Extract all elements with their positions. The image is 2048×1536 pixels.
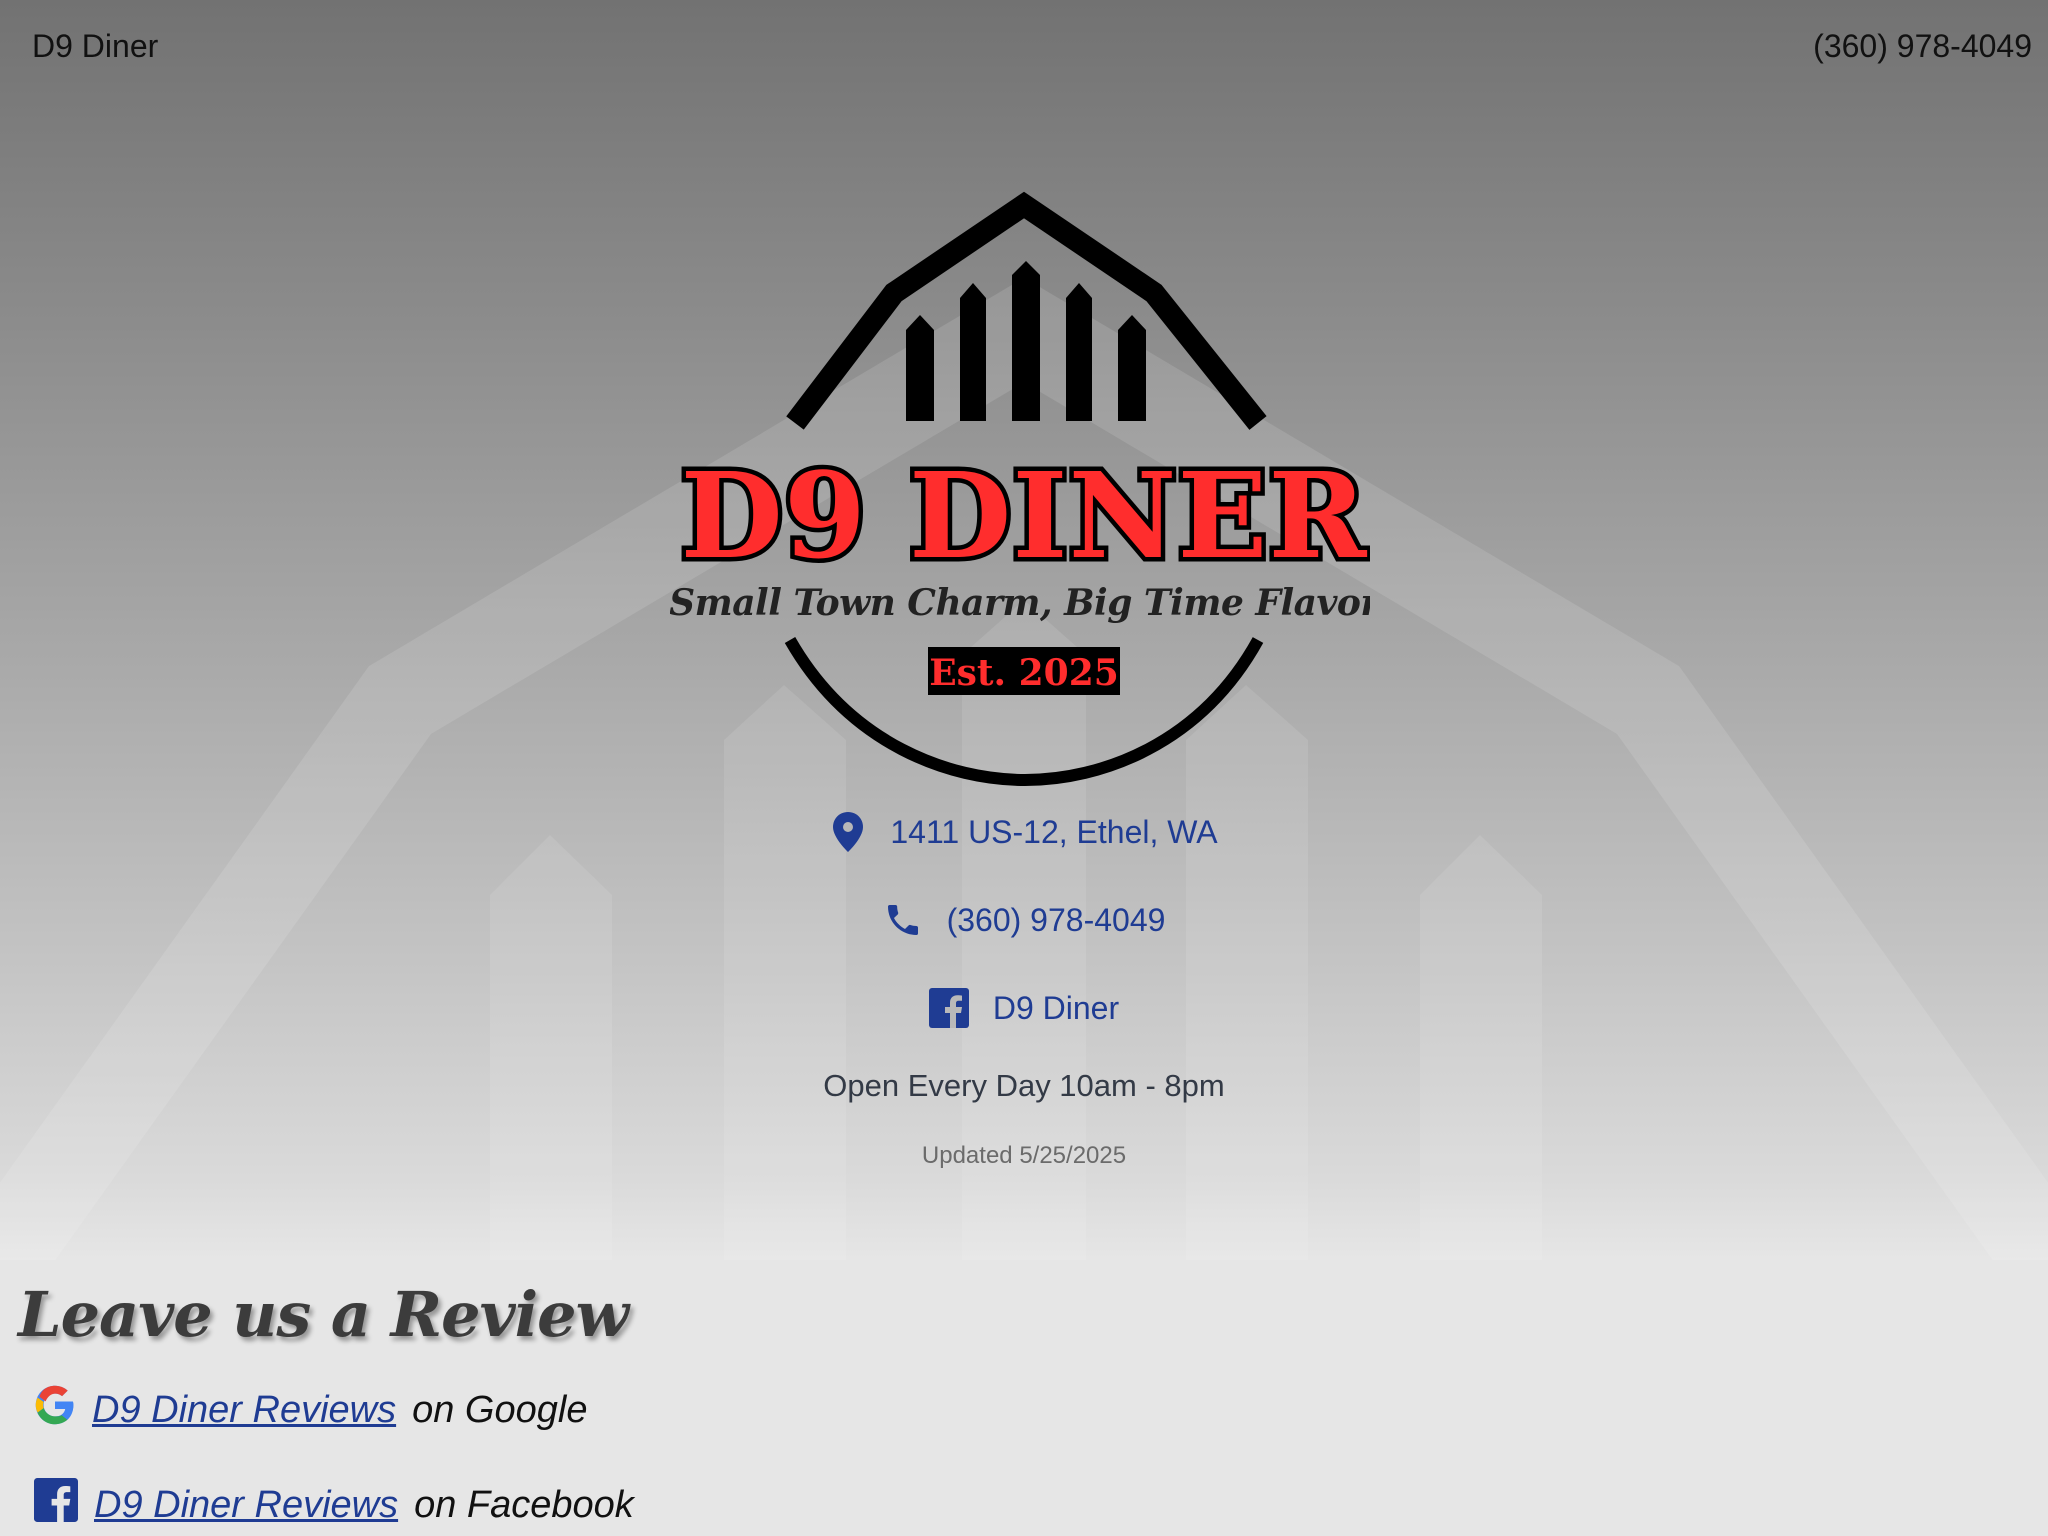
reviews-heading: Leave us a Review (18, 1278, 629, 1351)
logo-tagline: Small Town Charm, Big Time Flavor (670, 582, 1370, 624)
logo-est-badge: Est. 2025 (929, 652, 1119, 694)
google-review-suffix: on Google (412, 1388, 588, 1431)
facebook-review-icon (34, 1478, 78, 1532)
phone-icon (883, 900, 923, 940)
hero-section: D9 Diner (360) 978-4049 D9 DINER Small T… (0, 0, 2048, 1260)
site-brand-link[interactable]: D9 Diner (32, 28, 158, 65)
header-phone-link[interactable]: (360) 978-4049 (1813, 28, 2032, 65)
facebook-row[interactable]: D9 Diner (0, 988, 2048, 1028)
address-row[interactable]: 1411 US-12, Ethel, WA (0, 810, 2048, 854)
phone-link[interactable]: (360) 978-4049 (947, 902, 1166, 939)
facebook-link[interactable]: D9 Diner (993, 990, 1119, 1027)
facebook-review-suffix: on Facebook (414, 1483, 634, 1526)
facebook-review-link[interactable]: D9 Diner Reviews (94, 1484, 398, 1527)
opening-hours: Open Every Day 10am - 8pm (823, 1068, 1225, 1103)
address-link[interactable]: 1411 US-12, Ethel, WA (890, 814, 1217, 851)
facebook-review-row: D9 Diner Reviews on Facebook (34, 1478, 634, 1532)
logo-title: D9 DINER (681, 446, 1368, 585)
google-review-link[interactable]: D9 Diner Reviews (92, 1389, 396, 1432)
updated-date: Updated 5/25/2025 (921, 1142, 1127, 1169)
phone-row[interactable]: (360) 978-4049 (0, 900, 2048, 940)
d9-diner-logo: D9 DINER Small Town Charm, Big Time Flav… (670, 191, 1370, 787)
google-icon (34, 1384, 76, 1436)
map-pin-icon (830, 810, 866, 854)
facebook-icon (928, 988, 969, 1028)
google-review-row: D9 Diner Reviews on Google (34, 1384, 587, 1436)
